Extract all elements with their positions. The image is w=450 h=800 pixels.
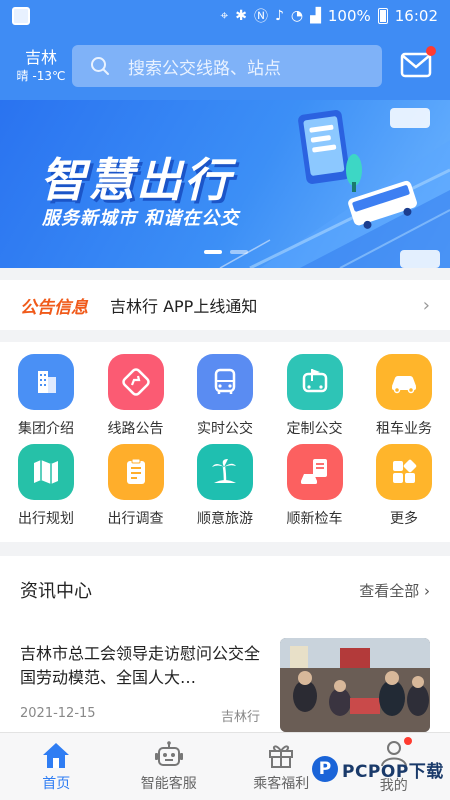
building-icon [18, 354, 74, 410]
news-title: 资讯中心 [20, 581, 92, 602]
news-headline: 吉林市总工会领导走访慰问公交全国劳动模范、全国人大… [20, 644, 261, 687]
tab-service-label: 智能客服 [140, 775, 197, 792]
grid-more-icon [376, 444, 432, 500]
app-notification-icon [12, 7, 30, 25]
view-all-link[interactable]: 查看全部 › [359, 580, 430, 601]
mail-icon [400, 52, 432, 78]
service-grid: 集团介绍 线路公告 实时公交 定制公交 租车业务 出行规划 出行调查 顺意旅游 顺新检车 更多 [0, 342, 450, 542]
news-meta: 2021-12-15 吉林行 [20, 706, 260, 725]
service-route[interactable]: 线路公告 [107, 354, 165, 438]
service-bus[interactable]: 实时公交 [196, 354, 254, 438]
news-section: 资讯中心 查看全部 › 吉林市总工会领导走访慰问公交全国劳动模范、全国人大… 2… [0, 556, 450, 732]
palm-icon [197, 444, 253, 500]
watermark-logo-icon: P [312, 756, 338, 782]
service-label: 出行规划 [18, 511, 74, 527]
banner-slogan: 服务新城市 和谐在公交 [42, 208, 240, 229]
service-building[interactable]: 集团介绍 [17, 354, 75, 438]
notice-bar[interactable]: 公告信息 吉林行 APP上线通知 › [0, 280, 450, 330]
inspection-car-icon [286, 444, 343, 500]
search-input[interactable]: 搜索公交线路、站点 [72, 45, 382, 87]
city-weather[interactable]: 吉林 晴 -13℃ [14, 48, 68, 84]
robot-icon [154, 740, 183, 766]
weather-text: 晴 -13℃ [16, 69, 66, 83]
nfc-icon: Ⓝ [253, 9, 268, 25]
service-label: 更多 [390, 511, 418, 527]
bluetooth-icon: ✱ [235, 8, 247, 24]
service-label: 定制公交 [286, 421, 343, 437]
news-header: 资讯中心 查看全部 › [0, 556, 450, 624]
news-photo [280, 638, 430, 732]
service-label: 出行调查 [107, 511, 164, 527]
unread-badge [426, 46, 436, 56]
bus-icon [197, 354, 253, 410]
flag-bus-icon [286, 354, 343, 410]
watermark-text: PCPOP下载 [342, 761, 444, 782]
car-icon [376, 354, 432, 410]
status-bar: ⌖ ✱ Ⓝ ♪ ◔ ▟ 100% 16:02 [0, 0, 450, 32]
view-all-label: 查看全部 [359, 581, 420, 600]
service-label: 集团介绍 [18, 421, 74, 437]
search-icon [91, 57, 109, 75]
notice-tag: 公告信息 [20, 297, 88, 318]
service-palm[interactable]: 顺意旅游 [196, 444, 254, 528]
banner-title: 智慧出行 [40, 153, 232, 207]
news-date: 2021-12-15 [20, 706, 96, 721]
service-label: 顺新检车 [286, 511, 343, 527]
service-label: 实时公交 [197, 421, 253, 437]
search-placeholder: 搜索公交线路、站点 [128, 58, 281, 79]
clipboard-icon [107, 444, 164, 500]
service-flag-bus[interactable]: 定制公交 [286, 354, 344, 438]
route-icon [107, 354, 164, 410]
carousel-indicator [204, 250, 248, 254]
tab-benefits-label: 乘客福利 [253, 775, 310, 792]
tab-service[interactable]: 智能客服 [113, 733, 226, 800]
top-header: 吉林 晴 -13℃ 搜索公交线路、站点 [0, 32, 450, 100]
mute-icon: ♪ [274, 8, 284, 24]
service-label: 租车业务 [376, 421, 432, 437]
battery-percent: 100% [327, 7, 371, 25]
gift-icon [269, 744, 294, 768]
clock: 16:02 [394, 7, 438, 25]
city-name: 吉林 [24, 48, 57, 67]
carousel-dot-active [204, 250, 222, 254]
news-source: 吉林行 [220, 710, 260, 725]
tab-home[interactable]: 首页 [0, 733, 113, 800]
service-map[interactable]: 出行规划 [17, 444, 75, 528]
map-icon [18, 444, 74, 500]
location-icon: ⌖ [220, 8, 229, 24]
carousel-dot [230, 250, 248, 254]
signal-icon: ▟ [310, 8, 321, 24]
message-button[interactable] [400, 46, 436, 80]
news-thumbnail[interactable] [280, 638, 430, 732]
home-icon [43, 742, 70, 768]
service-grid-more[interactable]: 更多 [375, 444, 433, 528]
tab-home-label: 首页 [42, 775, 71, 792]
promo-banner[interactable]: 智慧出行 服务新城市 和谐在公交 [0, 100, 450, 268]
service-inspection-car[interactable]: 顺新检车 [286, 444, 344, 528]
news-item[interactable]: 吉林市总工会领导走访慰问公交全国劳动模范、全国人大… 2021-12-15 吉林… [20, 642, 260, 725]
site-watermark: P PCPOP下载 [312, 756, 444, 782]
wifi-icon: ◔ [290, 8, 304, 24]
battery-icon [377, 8, 388, 24]
service-clipboard[interactable]: 出行调查 [107, 444, 165, 528]
service-label: 线路公告 [107, 421, 164, 437]
service-label: 顺意旅游 [197, 511, 253, 527]
service-car[interactable]: 租车业务 [375, 354, 433, 438]
notice-text: 吉林行 APP上线通知 [110, 297, 258, 316]
chevron-right-icon: › [422, 294, 430, 316]
